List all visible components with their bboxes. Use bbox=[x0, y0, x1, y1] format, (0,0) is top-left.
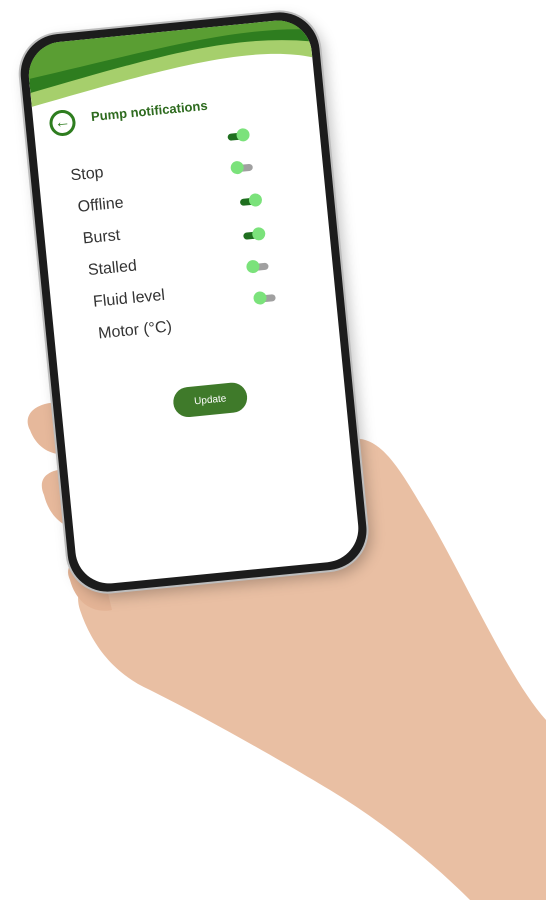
notification-label: Motor (°C) bbox=[97, 318, 173, 343]
back-button[interactable]: ← bbox=[48, 108, 77, 138]
toggle-knob bbox=[230, 160, 245, 175]
notification-label: Fluid level bbox=[92, 286, 166, 311]
update-button[interactable]: Update bbox=[171, 381, 249, 419]
phone-screen: ← Pump notifications Stop Offline Burst … bbox=[25, 17, 362, 587]
arrow-left-icon: ← bbox=[53, 112, 72, 132]
stop-toggle[interactable] bbox=[227, 127, 251, 143]
notification-list: Stop Offline Burst Stalled Fluid level M… bbox=[69, 127, 317, 353]
burst-toggle[interactable] bbox=[239, 192, 263, 208]
notification-label: Stalled bbox=[87, 257, 138, 280]
notification-label: Stop bbox=[69, 164, 105, 185]
smartphone: ← Pump notifications Stop Offline Burst … bbox=[17, 8, 371, 596]
photo-scene: ← Pump notifications Stop Offline Burst … bbox=[0, 0, 546, 900]
toggle-knob bbox=[251, 226, 266, 241]
notification-label: Burst bbox=[82, 226, 121, 248]
toggle-knob bbox=[248, 192, 263, 208]
offline-toggle[interactable] bbox=[230, 160, 254, 175]
motor-toggle[interactable] bbox=[252, 290, 276, 306]
toggle-knob bbox=[245, 259, 261, 274]
fluid-level-toggle[interactable] bbox=[245, 259, 269, 274]
stalled-toggle[interactable] bbox=[243, 226, 266, 241]
notification-label: Offline bbox=[76, 194, 125, 216]
toggle-knob bbox=[235, 127, 251, 143]
toggle-knob bbox=[252, 290, 268, 306]
